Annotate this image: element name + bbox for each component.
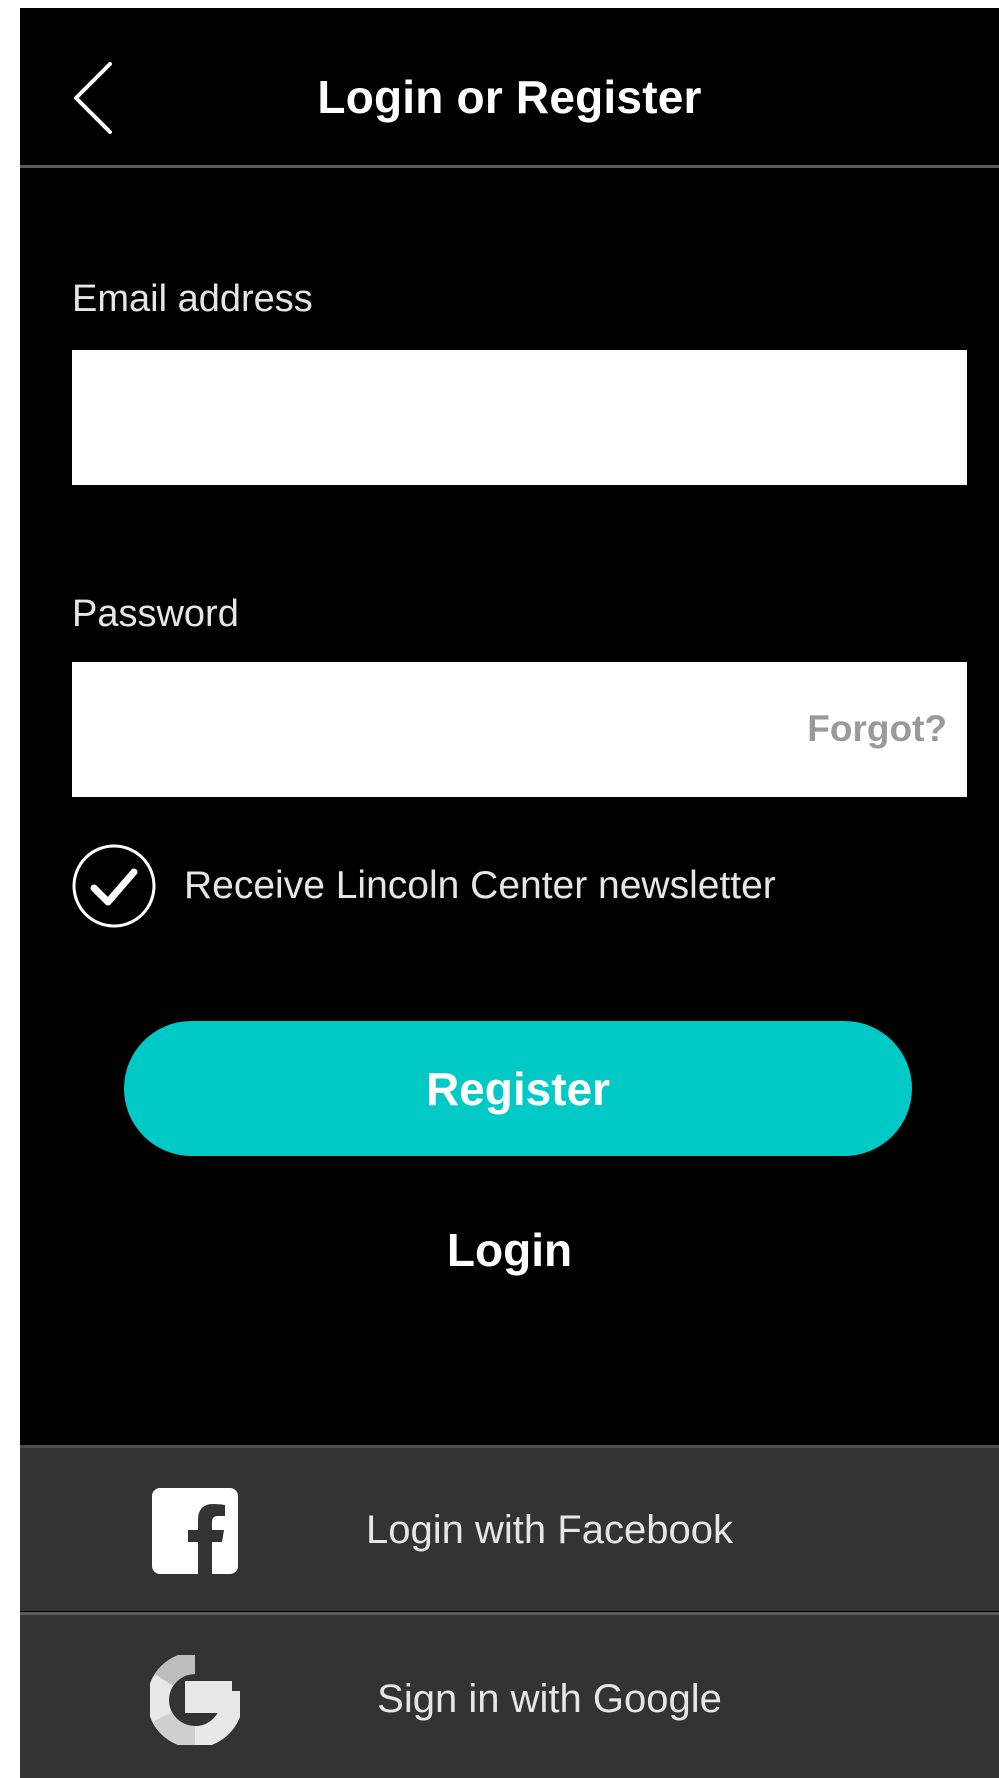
password-label: Password [72, 593, 239, 635]
newsletter-label: Receive Lincoln Center newsletter [184, 864, 776, 907]
facebook-login-button[interactable]: Login with Facebook [20, 1445, 999, 1611]
newsletter-checkbox[interactable] [70, 842, 158, 930]
login-button[interactable]: Login [20, 1223, 999, 1277]
register-button[interactable]: Register [124, 1021, 912, 1156]
login-screen: Login or Register Email address Password… [20, 8, 999, 1778]
forgot-password-link[interactable]: Forgot? [807, 708, 947, 750]
facebook-login-label: Login with Facebook [366, 1508, 733, 1552]
google-signin-button[interactable]: Sign in with Google [20, 1612, 999, 1778]
page-title: Login or Register [317, 71, 702, 123]
email-field[interactable] [72, 350, 967, 485]
header-bar: Login or Register [20, 8, 999, 168]
checkmark-circle-icon [72, 844, 156, 928]
newsletter-option: Receive Lincoln Center newsletter [70, 841, 776, 931]
google-signin-label: Sign in with Google [377, 1677, 722, 1721]
email-label: Email address [72, 278, 313, 320]
